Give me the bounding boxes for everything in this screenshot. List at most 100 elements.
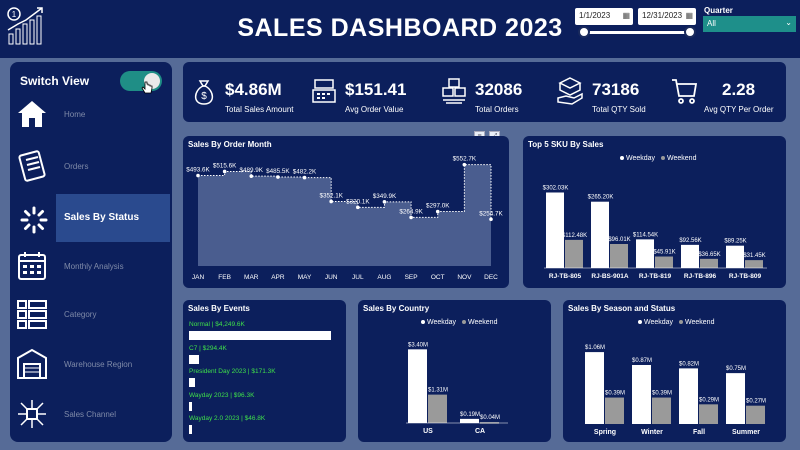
top-sku-panel: Top 5 SKU By Sales Weekday Weekend $302.… <box>523 136 786 288</box>
date-slider-end-handle[interactable] <box>684 26 696 38</box>
money-bag-icon: $ <box>194 80 214 105</box>
kpi-value: 2.28 <box>722 80 756 99</box>
event-row: C7 | $294.4K <box>189 345 349 364</box>
bar-weekend <box>565 239 583 268</box>
monthly-area <box>198 164 491 266</box>
bar-weekday <box>585 352 604 424</box>
sidebar-item-sales-by-status[interactable]: Sales By Status <box>56 194 170 242</box>
kpi-label: Total QTY Sold <box>592 105 646 114</box>
calendar-icon[interactable]: ▦ <box>622 11 630 20</box>
data-label: $489.9K <box>240 167 264 174</box>
data-point <box>356 205 360 210</box>
data-label: $114.54K <box>633 232 658 238</box>
end-date-value: 12/31/2023 <box>642 11 683 20</box>
sidebar-item-orders[interactable]: Orders <box>10 144 172 192</box>
season-panel: Sales By Season and Status Weekday Weeke… <box>563 300 786 442</box>
panel-title: Sales By Events <box>188 304 250 313</box>
bar-weekend <box>699 404 718 424</box>
x-tick-label: NOV <box>457 274 472 281</box>
bar-weekday <box>726 245 744 268</box>
bar-weekday <box>679 368 698 424</box>
data-label: $0.29M <box>699 397 719 403</box>
x-tick-label: FEB <box>218 274 231 281</box>
monthly-sales-panel: Sales By Order Month $493.6K JAN $515.6K FE… <box>183 136 509 288</box>
svg-text:$: $ <box>201 91 207 102</box>
data-point <box>302 175 307 180</box>
x-tick-label: Fall <box>693 429 705 436</box>
kpi-label: Avg Order Value <box>345 105 404 114</box>
data-label: $45.91K <box>653 250 675 256</box>
data-point <box>409 215 413 220</box>
data-point <box>462 162 467 167</box>
data-point <box>489 217 493 222</box>
bar-weekday <box>681 244 699 268</box>
event-label: President Day 2023 | $171.3K <box>189 368 276 375</box>
bar-weekend <box>605 397 624 424</box>
loading-icon <box>20 206 48 234</box>
data-label: $320.1K <box>346 198 370 205</box>
calendar-icon[interactable]: ▦ <box>685 11 693 20</box>
x-tick-label: Winter <box>641 429 663 436</box>
event-label: Normal | $4,249.6K <box>189 321 245 328</box>
data-label: $0.39M <box>605 391 625 397</box>
cash-register-icon <box>312 79 336 103</box>
x-tick-label: RJ-BS-901A <box>591 273 629 280</box>
data-label: $264.9K <box>399 208 423 215</box>
data-label: $0.87M <box>632 358 652 364</box>
data-label: $352.1K <box>319 192 343 199</box>
x-tick-label: DEC <box>484 274 498 281</box>
sidebar-item-label: Sales By Status <box>64 212 140 223</box>
sidebar-item-label: Monthly Analysis <box>64 262 124 271</box>
data-label: $0.27M <box>746 399 766 405</box>
sidebar-item-sales-channel[interactable]: Sales Channel <box>10 392 172 440</box>
data-label: $89.25K <box>724 239 746 245</box>
event-row: President Day 2023 | $171.3K <box>189 368 349 387</box>
sidebar-item-label: Warehouse Region <box>64 360 133 369</box>
season-chart: $1.06M $0.39M Spring $0.87M $0.39M Winter $0.8… <box>585 345 766 436</box>
sidebar-item-home[interactable]: Home <box>10 92 172 140</box>
kpi-value: 32086 <box>475 80 523 99</box>
x-tick-label: JAN <box>192 274 205 281</box>
data-point <box>196 173 200 178</box>
kpi-label: Avg QTY Per Order <box>704 105 774 114</box>
event-bar <box>189 378 195 387</box>
data-label: $96.01K <box>608 237 630 243</box>
event-bar <box>189 331 331 340</box>
sidebar: Switch View Home Orders Sales By Status <box>10 62 172 442</box>
home-icon <box>18 101 46 127</box>
kpi-bar: $ $4.86M Total Sales Amount $151.41 Avg … <box>183 62 786 122</box>
event-bar <box>189 354 199 364</box>
x-tick-label: SEP <box>405 274 418 281</box>
x-tick-label: RJ-TB-805 <box>549 273 582 280</box>
sidebar-item-category[interactable]: Category <box>10 292 172 340</box>
x-tick-label: US <box>423 428 433 435</box>
sidebar-item-label: Home <box>64 110 86 119</box>
quarter-dropdown[interactable]: All ⌄ <box>703 16 796 32</box>
date-range-slider[interactable] <box>584 31 690 34</box>
start-date-input[interactable]: 1/1/2023 ▦ <box>575 8 633 25</box>
bar-weekday <box>460 418 479 423</box>
sidebar-item-label: Sales Channel <box>64 410 117 419</box>
kpi-label: Total Orders <box>475 105 519 114</box>
data-label: $552.7K <box>453 156 477 163</box>
hand-box-icon <box>557 77 583 105</box>
data-label: $297.0K <box>426 203 450 210</box>
country-chart: $3.40M $1.31M US $0.19M$0.04M CA <box>406 342 508 435</box>
calendar-icon <box>18 252 46 280</box>
x-tick-label: CA <box>475 428 485 435</box>
x-tick-label: OCT <box>431 274 445 281</box>
sidebar-item-monthly-analysis[interactable]: Monthly Analysis <box>10 244 172 292</box>
bar-weekend <box>610 243 628 268</box>
kpi-value: $151.41 <box>345 80 407 99</box>
bar-weekday <box>726 373 745 424</box>
kpi-value: 73186 <box>592 80 640 99</box>
data-label: $0.82M <box>679 361 699 367</box>
end-date-input[interactable]: 12/31/2023 ▦ <box>638 8 696 25</box>
x-tick-label: MAR <box>244 274 259 281</box>
date-slider-start-handle[interactable] <box>578 26 590 38</box>
data-point <box>435 209 440 214</box>
data-point <box>329 199 333 204</box>
sidebar-item-warehouse-region[interactable]: Warehouse Region <box>10 342 172 390</box>
orders-icon <box>18 150 46 182</box>
bar-weekend <box>652 397 671 424</box>
